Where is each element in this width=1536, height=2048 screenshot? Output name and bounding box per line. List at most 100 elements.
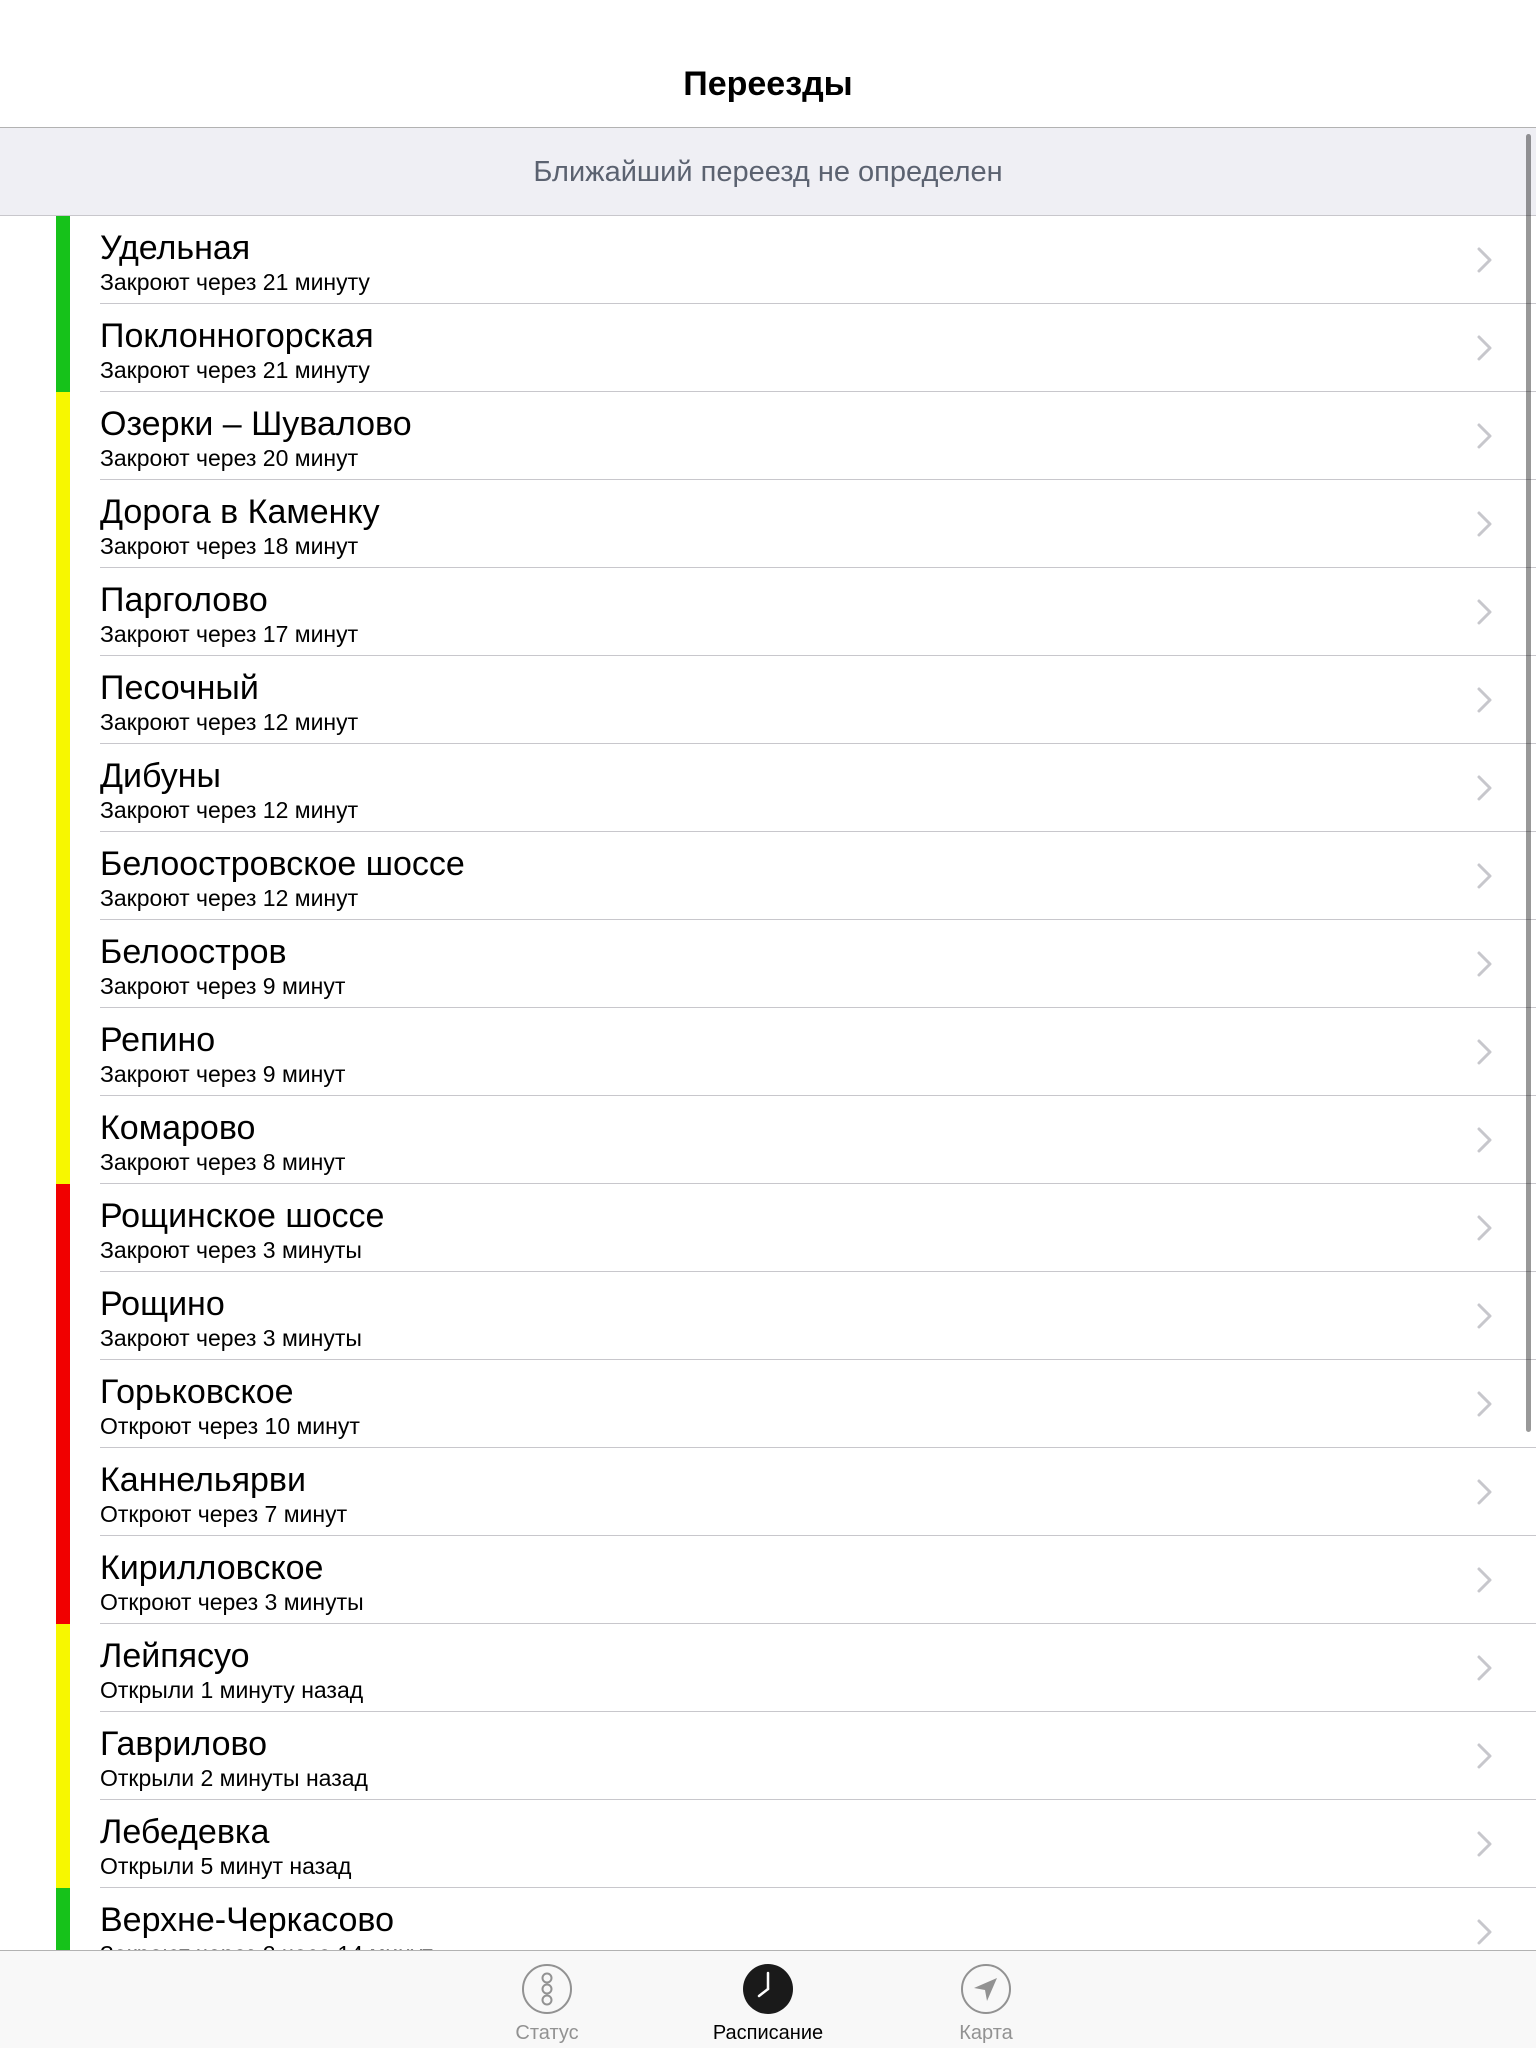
- status-color-bar: [56, 1624, 70, 1712]
- status-color-bar: [56, 1712, 70, 1800]
- crossing-name: Верхне-Черкасово: [100, 1901, 395, 1939]
- crossing-row[interactable]: Озерки – Шувалово Закроют через 20 минут: [0, 392, 1536, 480]
- crossing-row[interactable]: Горьковское Откроют через 10 минут: [0, 1360, 1536, 1448]
- crossing-name: Комарово: [100, 1109, 256, 1147]
- crossing-name: Рощино: [100, 1285, 225, 1323]
- crossing-row[interactable]: Рощино Закроют через 3 минуты: [0, 1272, 1536, 1360]
- tab-status-label: Статус: [515, 2022, 579, 2044]
- crossing-row[interactable]: Дибуны Закроют через 12 минут: [0, 744, 1536, 832]
- crossing-name: Лейпясуо: [100, 1637, 250, 1675]
- crossing-row[interactable]: Белоостровское шоссе Закроют через 12 мин…: [0, 832, 1536, 920]
- status-color-bar: [56, 832, 70, 920]
- chevron-right-icon: [1477, 423, 1492, 449]
- chevron-right-icon: [1477, 1479, 1492, 1505]
- chevron-right-icon: [1477, 1391, 1492, 1417]
- chevron-right-icon: [1477, 951, 1492, 977]
- tab-status[interactable]: Статус: [477, 1951, 617, 2048]
- chevron-right-icon: [1477, 247, 1492, 273]
- tab-schedule-label: Расписание: [712, 2022, 824, 2044]
- status-color-bar: [56, 568, 70, 656]
- crossing-status: Открыли 1 минуту назад: [100, 1677, 364, 1703]
- crossing-name: Рощинское шоссе: [100, 1197, 385, 1235]
- crossing-status: Закроют через 18 минут: [100, 533, 359, 559]
- status-color-bar: [56, 744, 70, 832]
- status-color-bar: [56, 1448, 70, 1536]
- crossing-row[interactable]: Комарово Закроют через 8 минут: [0, 1096, 1536, 1184]
- crossing-row[interactable]: Парголово Закроют через 17 минут: [0, 568, 1536, 656]
- status-color-bar: [56, 1184, 70, 1272]
- crossing-name: Гаврилово: [100, 1725, 268, 1763]
- status-color-bar: [56, 1536, 70, 1624]
- crossing-row[interactable]: Каннельярви Откроют через 7 минут: [0, 1448, 1536, 1536]
- crossing-status: Закроют через 8 минут: [100, 1149, 346, 1175]
- crossing-row[interactable]: Гаврилово Открыли 2 минуты назад: [0, 1712, 1536, 1800]
- chevron-right-icon: [1477, 335, 1492, 361]
- crossing-status: Закроют через 12 минут: [100, 797, 359, 823]
- clock-icon: [743, 1964, 793, 2014]
- scrollbar[interactable]: [1526, 134, 1531, 1432]
- page-title: Переезды: [683, 65, 853, 103]
- chevron-right-icon: [1477, 511, 1492, 537]
- chevron-right-icon: [1477, 1303, 1492, 1329]
- crossing-name: Дорога в Каменку: [100, 493, 380, 531]
- tab-schedule[interactable]: Расписание: [698, 1951, 838, 2048]
- crossing-name: Песочный: [100, 669, 259, 707]
- chevron-right-icon: [1477, 775, 1492, 801]
- app-window: Переезды Ближайший переезд не определен …: [0, 0, 1536, 2048]
- crossing-name: Поклонногорская: [100, 317, 374, 355]
- chevron-right-icon: [1477, 863, 1492, 889]
- crossing-status: Открыли 5 минут назад: [100, 1853, 352, 1879]
- crossing-status: Закроют через 12 минут: [100, 709, 359, 735]
- chevron-right-icon: [1477, 1831, 1492, 1857]
- navigation-bar: Переезды: [0, 0, 1536, 128]
- crossing-status: Закроют через 9 минут: [100, 1061, 346, 1087]
- crossing-name: Кирилловское: [100, 1549, 324, 1587]
- crossing-status: Открыли 2 минуты назад: [100, 1765, 368, 1791]
- status-color-bar: [56, 1008, 70, 1096]
- status-color-bar: [56, 480, 70, 568]
- status-color-bar: [56, 1096, 70, 1184]
- crossing-status: Закроют через 2 часа 14 минут: [100, 1940, 433, 1950]
- crossing-row[interactable]: Песочный Закроют через 12 минут: [0, 656, 1536, 744]
- status-color-bar: [56, 216, 70, 304]
- crossing-status: Закроют через 20 минут: [100, 445, 359, 471]
- crossing-row[interactable]: Белоостров Закроют через 9 минут: [0, 920, 1536, 1008]
- chevron-right-icon: [1477, 687, 1492, 713]
- status-color-bar: [56, 1800, 70, 1888]
- chevron-right-icon: [1477, 1655, 1492, 1681]
- location-arrow-icon: [961, 1964, 1011, 2014]
- crossing-row[interactable]: Лейпясуо Открыли 1 минуту назад: [0, 1624, 1536, 1712]
- crossing-row[interactable]: Верхне-ЧеркасовоЗакроют через 2 часа 14 …: [0, 1888, 1536, 1950]
- traffic-light-icon: [522, 1964, 572, 2014]
- crossing-status: Закроют через 3 минуты: [100, 1325, 362, 1351]
- chevron-right-icon: [1477, 1743, 1492, 1769]
- chevron-right-icon: [1477, 1215, 1492, 1241]
- crossing-row[interactable]: Кирилловское Откроют через 3 минуты: [0, 1536, 1536, 1624]
- crossing-row[interactable]: Поклонногорская Закроют через 21 минуту: [0, 304, 1536, 392]
- crossing-row[interactable]: Дорога в Каменку Закроют через 18 минут: [0, 480, 1536, 568]
- crossing-status: Закроют через 21 минуту: [100, 269, 370, 295]
- nearest-crossing-banner: Ближайший переезд не определен: [0, 128, 1536, 216]
- status-color-bar: [56, 656, 70, 744]
- crossing-status: Закроют через 9 минут: [100, 973, 346, 999]
- crossing-name: Репино: [100, 1021, 216, 1059]
- chevron-right-icon: [1477, 1919, 1492, 1945]
- crossing-row[interactable]: Удельная Закроют через 21 минуту: [0, 216, 1536, 304]
- crossing-name: Горьковское: [100, 1373, 294, 1411]
- status-color-bar: [56, 920, 70, 1008]
- crossing-status: Закроют через 12 минут: [100, 885, 359, 911]
- status-color-bar: [56, 392, 70, 480]
- crossing-name: Озерки – Шувалово: [100, 405, 412, 443]
- crossing-name: Лебедевка: [100, 1813, 270, 1851]
- crossing-status: Откроют через 7 минут: [100, 1501, 348, 1527]
- chevron-right-icon: [1477, 1567, 1492, 1593]
- crossing-row[interactable]: Лебедевка Открыли 5 минут назад: [0, 1800, 1536, 1888]
- status-color-bar: [56, 1272, 70, 1360]
- crossing-name: Белоостровское шоссе: [100, 845, 465, 883]
- crossing-row[interactable]: Репино Закроют через 9 минут: [0, 1008, 1536, 1096]
- crossing-row[interactable]: Рощинское шоссе Закроют через 3 минуты: [0, 1184, 1536, 1272]
- crossing-list[interactable]: Удельная Закроют через 21 минуту Поклонног…: [0, 216, 1536, 1950]
- tab-map[interactable]: Карта: [916, 1951, 1056, 2048]
- crossing-name: Дибуны: [100, 757, 221, 795]
- chevron-right-icon: [1477, 1039, 1492, 1065]
